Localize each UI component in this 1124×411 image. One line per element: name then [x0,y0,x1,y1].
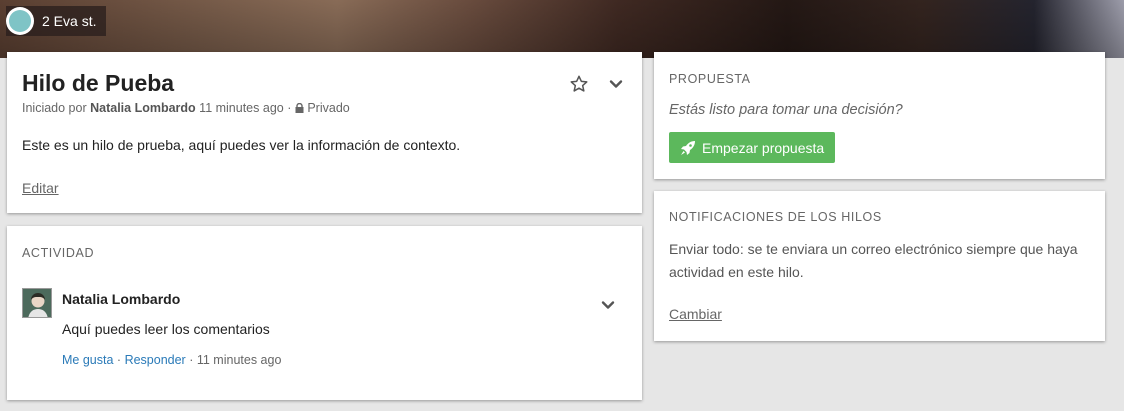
proposal-card: Propuesta Estás listo para tomar una dec… [654,52,1105,179]
meta-separator: · [287,101,292,115]
lock-icon [295,102,304,113]
started-by-label: Iniciado por [22,101,87,115]
privacy-label: Privado [307,101,350,115]
thread-context-card: Hilo de Pueba Iniciado por Natalia Lomba… [7,52,642,213]
like-link[interactable]: Me gusta [62,353,113,367]
edit-link[interactable]: Editar [22,180,59,196]
action-separator: · [189,353,194,367]
reply-link[interactable]: Responder [125,353,186,367]
thread-context-text: Este es un hilo de prueba, aquí puedes v… [22,137,461,153]
group-link[interactable]: 2 Eva st. [6,6,107,36]
chevron-down-icon[interactable] [600,297,616,313]
comment-author[interactable]: Natalia Lombardo [62,291,180,307]
notifications-description: Enviar todo: se te enviara un correo ele… [669,241,1078,280]
thread-author: Natalia Lombardo [90,101,196,115]
change-notifications-link[interactable]: Cambiar [669,306,722,322]
start-proposal-label: Empezar propuesta [702,139,825,156]
comment-body: Aquí puedes leer los comentarios [62,321,270,337]
activity-card: Actividad Natalia Lombardo Aquí puedes l… [7,226,642,400]
group-logo [6,7,34,35]
thread-title: Hilo de Pueba [22,70,175,96]
avatar[interactable] [22,288,52,318]
proposal-heading: Propuesta [669,72,751,86]
thread-time: 11 minutes ago [199,101,284,115]
thread-meta: Iniciado por Natalia Lombardo 11 minutes… [22,101,350,115]
rocket-icon [681,140,695,155]
thread-notifications-card: Notificaciones de los hilos Enviar todo:… [654,191,1105,341]
activity-heading: Actividad [22,246,95,260]
group-cover-image: 2 Eva st. [0,0,1124,58]
star-icon[interactable] [569,74,589,94]
start-proposal-button[interactable]: Empezar propuesta [669,132,836,163]
chevron-down-icon[interactable] [608,76,624,92]
comment-actions: Me gusta · Responder · 11 minutes ago [62,353,281,367]
action-separator: · [116,353,122,367]
group-name[interactable]: 2 Eva st. [42,13,96,29]
proposal-question: Estás listo para tomar una decisión? [669,102,903,118]
notifications-heading: Notificaciones de los hilos [669,210,882,224]
comment-time: 11 minutes ago [196,353,282,367]
cover-shade [0,0,1124,58]
